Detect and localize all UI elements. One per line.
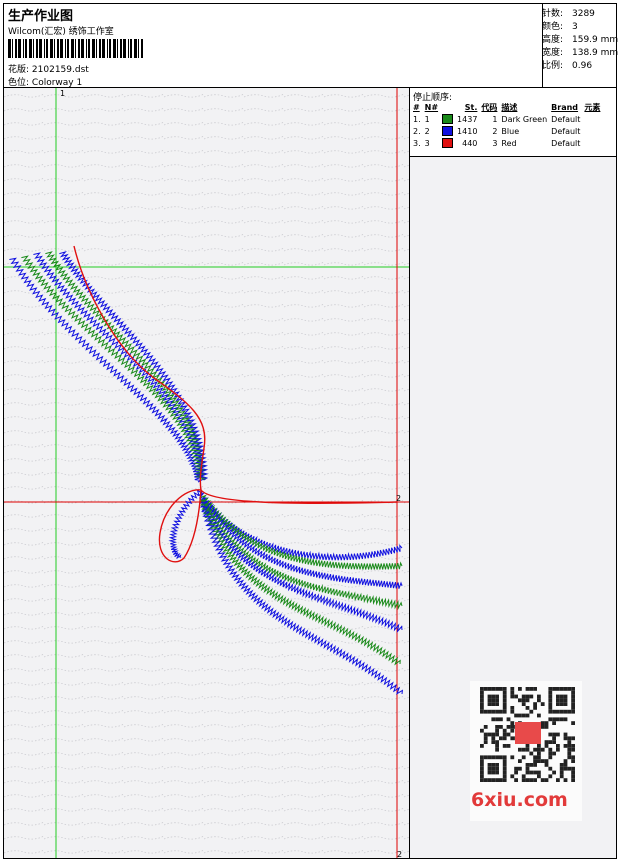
table-row: 2. 2 1410 2 Blue Default [413, 126, 581, 136]
design-canvas[interactable]: 1 2 2 [3, 87, 410, 859]
marker-mid: 2 [396, 494, 401, 503]
stop-sequence-header: 停止顺序: # N# St. 代码 描述 Brand 元素 1. 1 1437 … [410, 88, 616, 157]
stitch-strand-lower-6 [201, 506, 404, 695]
stat-stitches: 针数: 3289 [542, 9, 595, 19]
barcode-image [8, 39, 143, 58]
col-index: # [413, 102, 420, 112]
stop-sequence-table: # N# St. 代码 描述 Brand 元素 1. 1 1437 1 Dark… [411, 101, 602, 149]
stitch-strand-upper-2 [33, 252, 207, 481]
stat-scale: 比例: 0.96 [542, 61, 593, 71]
col-code: 代码 [481, 102, 498, 112]
col-brand: Brand [551, 102, 579, 112]
col-swatch [440, 101, 455, 113]
stitch-strand-upper-0 [9, 257, 203, 483]
design-info: 花版: 2102159.dst [8, 62, 89, 75]
watermark-site-text: 6xiu.com [471, 789, 568, 811]
embroidery-design: 1 2 2 [4, 88, 409, 859]
col-needle: N# [424, 102, 439, 112]
qr-logo-badge [515, 722, 541, 744]
stitch-strand-lower-2 [199, 496, 403, 589]
red-outline-loop [158, 489, 202, 563]
design-value: 2102159.dst [31, 65, 89, 75]
col-stitches: St. [464, 102, 478, 112]
table-row: 3. 3 440 3 Red Default [413, 138, 581, 148]
page-title: 生产作业图 [8, 9, 74, 24]
stat-colors: 颜色: 3 [542, 22, 578, 32]
color-swatch-green [442, 114, 454, 124]
color-swatch-blue [442, 126, 454, 136]
color-swatch-red [442, 138, 454, 148]
table-row: 1. 1 1437 1 Dark Green Default [413, 114, 581, 124]
col-element: 元素 [584, 102, 601, 112]
company-name: Wilcom(汇宏) 绣饰工作室 [8, 27, 114, 37]
header-panel: 生产作业图 Wilcom(汇宏) 绣饰工作室 花版: 2102159.dst 色… [3, 3, 617, 88]
red-outline-main [73, 245, 398, 504]
design-label: 花版: [8, 65, 30, 75]
stat-width: 宽度: 138.9 mm [542, 48, 619, 58]
stitch-strand-lower-1 [199, 494, 403, 570]
table-header-row: # N# St. 代码 描述 Brand 元素 [411, 101, 602, 113]
marker-top: 1 [60, 89, 65, 98]
col-description: 描述 [501, 102, 518, 112]
marker-bottom: 2 [397, 850, 402, 859]
stat-height: 高度: 159.9 mm [542, 35, 619, 45]
